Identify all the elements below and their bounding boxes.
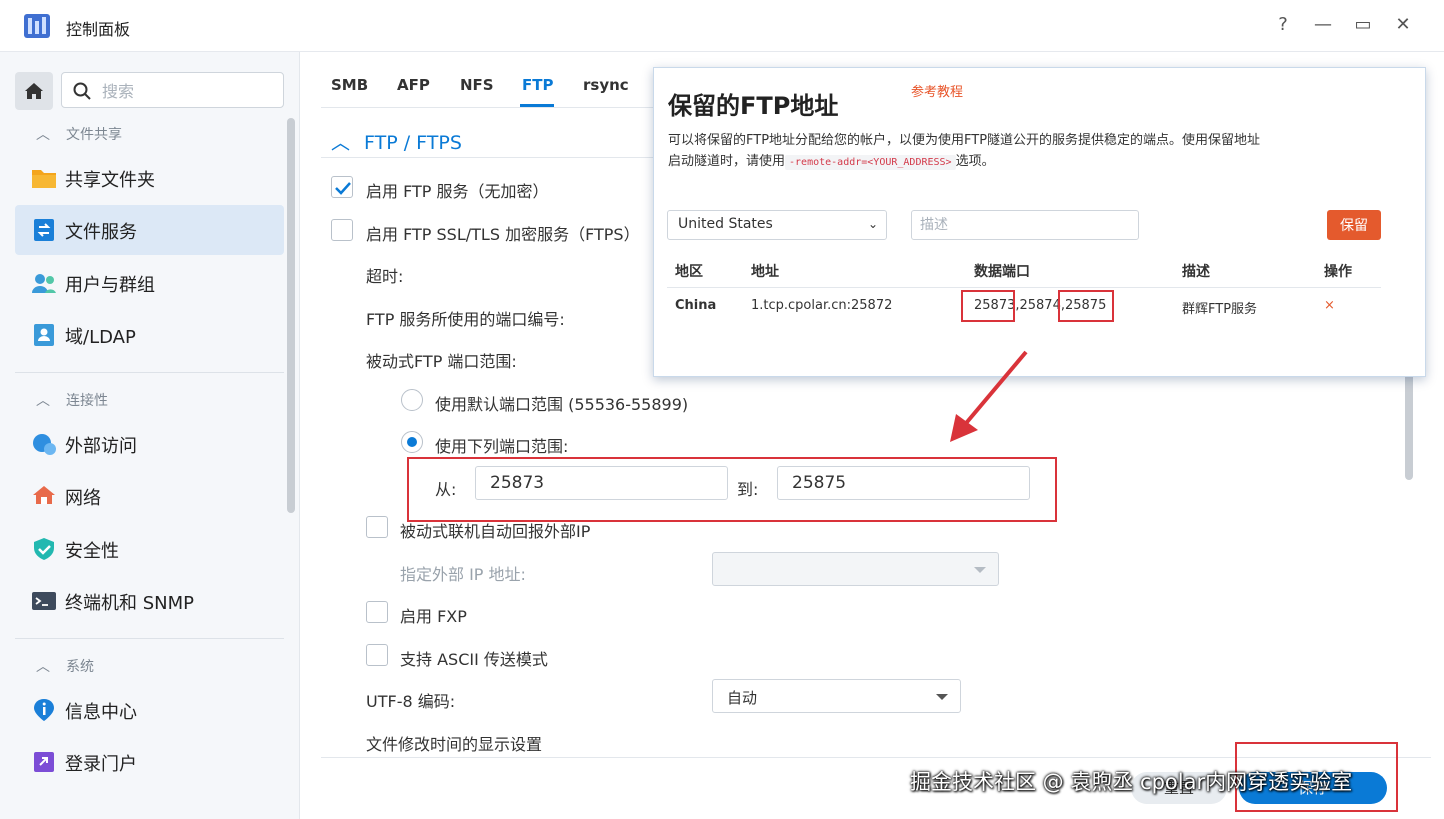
enable-ftp-checkbox[interactable] xyxy=(331,176,353,198)
info-icon xyxy=(34,699,54,721)
chevron-down-icon: ⌄ xyxy=(867,217,878,231)
utf8-select[interactable]: 自动 xyxy=(712,679,961,713)
sidebar-scrollbar[interactable] xyxy=(287,118,295,513)
annotation-box-port-range xyxy=(407,457,1057,522)
search-box[interactable] xyxy=(61,72,284,108)
utf8-label: UTF-8 编码: xyxy=(366,692,456,711)
sidebar-item-network[interactable]: 网络 xyxy=(15,471,284,521)
control-panel-icon xyxy=(24,14,50,38)
table-header-divider xyxy=(667,287,1381,288)
watermark: 掘金技术社区 @ 袁煦丞 cpolar内网穿透实验室 xyxy=(910,770,1353,794)
report-ip-label: 被动式联机自动回报外部IP xyxy=(400,522,591,541)
column-description: 描述 xyxy=(1182,264,1210,280)
default-range-radio[interactable] xyxy=(401,389,423,411)
enable-ftps-checkbox[interactable] xyxy=(331,219,353,241)
annotation-box-port-end xyxy=(1058,290,1114,322)
sidebar-item-file-services[interactable]: 文件服务 xyxy=(15,205,284,255)
timeout-label: 超时: xyxy=(366,267,404,286)
column-data-port: 数据端口 xyxy=(974,264,1030,280)
region-select[interactable]: United States ⌄ xyxy=(667,210,887,240)
mtime-label: 文件修改时间的显示设置 xyxy=(366,735,543,754)
search-input[interactable] xyxy=(102,79,272,103)
search-icon xyxy=(73,82,91,100)
sidebar-item-terminal-snmp[interactable]: 终端机和 SNMP xyxy=(15,576,284,626)
shield-icon xyxy=(34,538,54,560)
remote-addr-code: -remote-addr=<YOUR_ADDRESS> xyxy=(785,155,956,170)
sidebar-item-external-access[interactable]: 外部访问 xyxy=(15,419,284,469)
default-range-label: 使用默认端口范围 (55536-55899) xyxy=(435,395,689,414)
column-action: 操作 xyxy=(1324,264,1352,280)
tutorial-link[interactable]: 参考教程 xyxy=(911,81,963,100)
window-title: 控制面板 xyxy=(66,20,131,39)
ascii-mode-checkbox[interactable] xyxy=(366,644,388,666)
enable-fxp-checkbox[interactable] xyxy=(366,601,388,623)
port-label: FTP 服务所使用的端口编号: xyxy=(366,310,565,329)
close-icon[interactable]: ✕ xyxy=(1392,14,1414,36)
section-file-sharing[interactable]: ︿ 文件共享 xyxy=(36,124,122,144)
title-bar: 控制面板 ? — ▭ ✕ xyxy=(0,0,1444,52)
maximize-icon[interactable]: ▭ xyxy=(1352,14,1374,36)
description-input[interactable] xyxy=(911,210,1139,240)
external-ip-select xyxy=(712,552,999,586)
reserve-button[interactable]: 保留 xyxy=(1327,210,1381,240)
popup-title: 保留的FTP地址 xyxy=(668,92,839,120)
external-access-icon xyxy=(33,434,56,455)
sidebar-item-security[interactable]: 安全性 xyxy=(15,524,284,574)
terminal-icon xyxy=(32,592,56,610)
enable-ftp-label: 启用 FTP 服务（无加密） xyxy=(366,182,549,201)
section-connectivity[interactable]: ︿ 连接性 xyxy=(36,390,108,410)
chevron-up-icon: ︿ xyxy=(331,132,351,154)
custom-range-label: 使用下列端口范围: xyxy=(435,437,569,456)
folder-icon xyxy=(32,170,56,188)
sidebar: ︿文件共享 共享文件夹 文件服务 用户与群组 域/LDAP ︿连接性 外部访问 … xyxy=(0,52,300,819)
help-icon[interactable]: ? xyxy=(1272,14,1294,36)
custom-range-radio[interactable] xyxy=(401,431,423,453)
users-icon xyxy=(32,274,56,293)
row-description: 群辉FTP服务 xyxy=(1182,302,1258,317)
sidebar-item-users-groups[interactable]: 用户与群组 xyxy=(15,258,284,308)
tab-rsync[interactable]: rsync xyxy=(583,76,629,94)
tab-afp[interactable]: AFP xyxy=(397,76,430,94)
ldap-icon xyxy=(34,324,54,346)
passive-range-label: 被动式FTP 端口范围: xyxy=(366,352,517,371)
section-system[interactable]: ︿ 系统 xyxy=(36,656,94,676)
column-address: 地址 xyxy=(751,264,779,280)
tab-ftp[interactable]: FTP xyxy=(522,76,553,94)
row-address: 1.tcp.cpolar.cn:25872 xyxy=(751,298,893,313)
enable-ftps-label: 启用 FTP SSL/TLS 加密服务（FTPS） xyxy=(366,225,640,244)
sidebar-item-shared-folder[interactable]: 共享文件夹 xyxy=(15,153,284,203)
report-ip-checkbox[interactable] xyxy=(366,516,388,538)
checkmark-icon xyxy=(335,182,351,195)
reserved-ftp-popup: 保留的FTP地址 参考教程 可以将保留的FTP地址分配给您的帐户，以便为使用FT… xyxy=(653,67,1426,377)
sidebar-item-domain-ldap[interactable]: 域/LDAP xyxy=(15,310,284,360)
network-icon xyxy=(33,486,55,504)
sidebar-divider xyxy=(15,372,284,373)
enable-fxp-label: 启用 FXP xyxy=(400,607,467,626)
home-button[interactable] xyxy=(15,72,53,110)
minimize-icon[interactable]: — xyxy=(1312,14,1334,36)
login-portal-icon xyxy=(34,752,54,772)
tab-smb[interactable]: SMB xyxy=(331,76,368,94)
sidebar-item-login-portal[interactable]: 登录门户 xyxy=(15,737,284,787)
popup-description: 可以将保留的FTP地址分配给您的帐户，以便为使用FTP隧道公开的服务提供稳定的端… xyxy=(668,133,1261,170)
tab-nfs[interactable]: NFS xyxy=(460,76,494,94)
sidebar-item-info-center[interactable]: 信息中心 xyxy=(15,685,284,735)
annotation-box-port-start xyxy=(961,290,1015,322)
home-icon xyxy=(25,83,43,99)
delete-icon[interactable]: × xyxy=(1324,298,1335,313)
file-services-icon xyxy=(34,219,54,241)
main-scrollbar[interactable] xyxy=(1405,360,1413,480)
row-region: China xyxy=(675,298,717,313)
ascii-mode-label: 支持 ASCII 传送模式 xyxy=(400,650,548,669)
external-ip-label: 指定外部 IP 地址: xyxy=(400,565,526,584)
column-region: 地区 xyxy=(675,264,703,280)
group-header-ftp[interactable]: ︿ FTP / FTPS xyxy=(331,128,462,155)
sidebar-divider xyxy=(15,638,284,639)
